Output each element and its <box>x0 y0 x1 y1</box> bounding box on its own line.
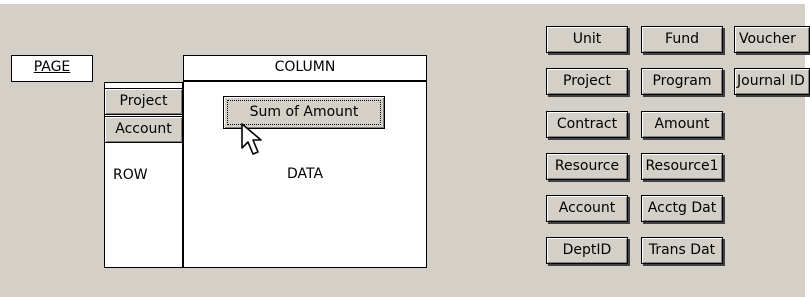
row-zone-label: ROW <box>113 167 148 183</box>
field-button-resource1[interactable]: Resource1 <box>641 153 723 180</box>
row-field-project[interactable]: Project <box>104 88 183 115</box>
top-edge <box>0 0 810 4</box>
pivot-layout-dialog: PAGE COLUMN ROW Project Account DATA Sum… <box>0 0 810 297</box>
field-button-fund[interactable]: Fund <box>641 26 723 53</box>
field-button-contract[interactable]: Contract <box>546 111 628 138</box>
page-zone-label-access-key: PAGE <box>33 59 71 75</box>
field-button-program[interactable]: Program <box>641 68 723 95</box>
field-button-deptid[interactable]: DeptID <box>546 237 628 264</box>
field-button-amount[interactable]: Amount <box>641 111 723 138</box>
field-button-unit[interactable]: Unit <box>546 26 628 53</box>
column-drop-zone[interactable]: COLUMN <box>183 55 427 83</box>
column-zone-label: COLUMN <box>274 59 336 75</box>
field-button-acctg-date[interactable]: Acctg Dat <box>641 195 723 222</box>
field-button-account[interactable]: Account <box>546 195 628 222</box>
field-button-trans-date[interactable]: Trans Dat <box>641 237 723 264</box>
field-button-project[interactable]: Project <box>546 68 628 95</box>
data-field-label: Sum of Amount <box>227 100 381 125</box>
page-zone-label: PAGE <box>12 59 92 75</box>
field-button-voucher[interactable]: Voucher <box>734 26 810 53</box>
field-button-journal-id[interactable]: Journal ID <box>734 68 810 95</box>
field-button-resource[interactable]: Resource <box>546 153 628 180</box>
page-drop-zone[interactable]: PAGE <box>11 55 93 82</box>
arrow-pointer-icon <box>241 123 262 155</box>
row-field-account[interactable]: Account <box>104 116 183 143</box>
data-zone-label: DATA <box>286 166 324 182</box>
